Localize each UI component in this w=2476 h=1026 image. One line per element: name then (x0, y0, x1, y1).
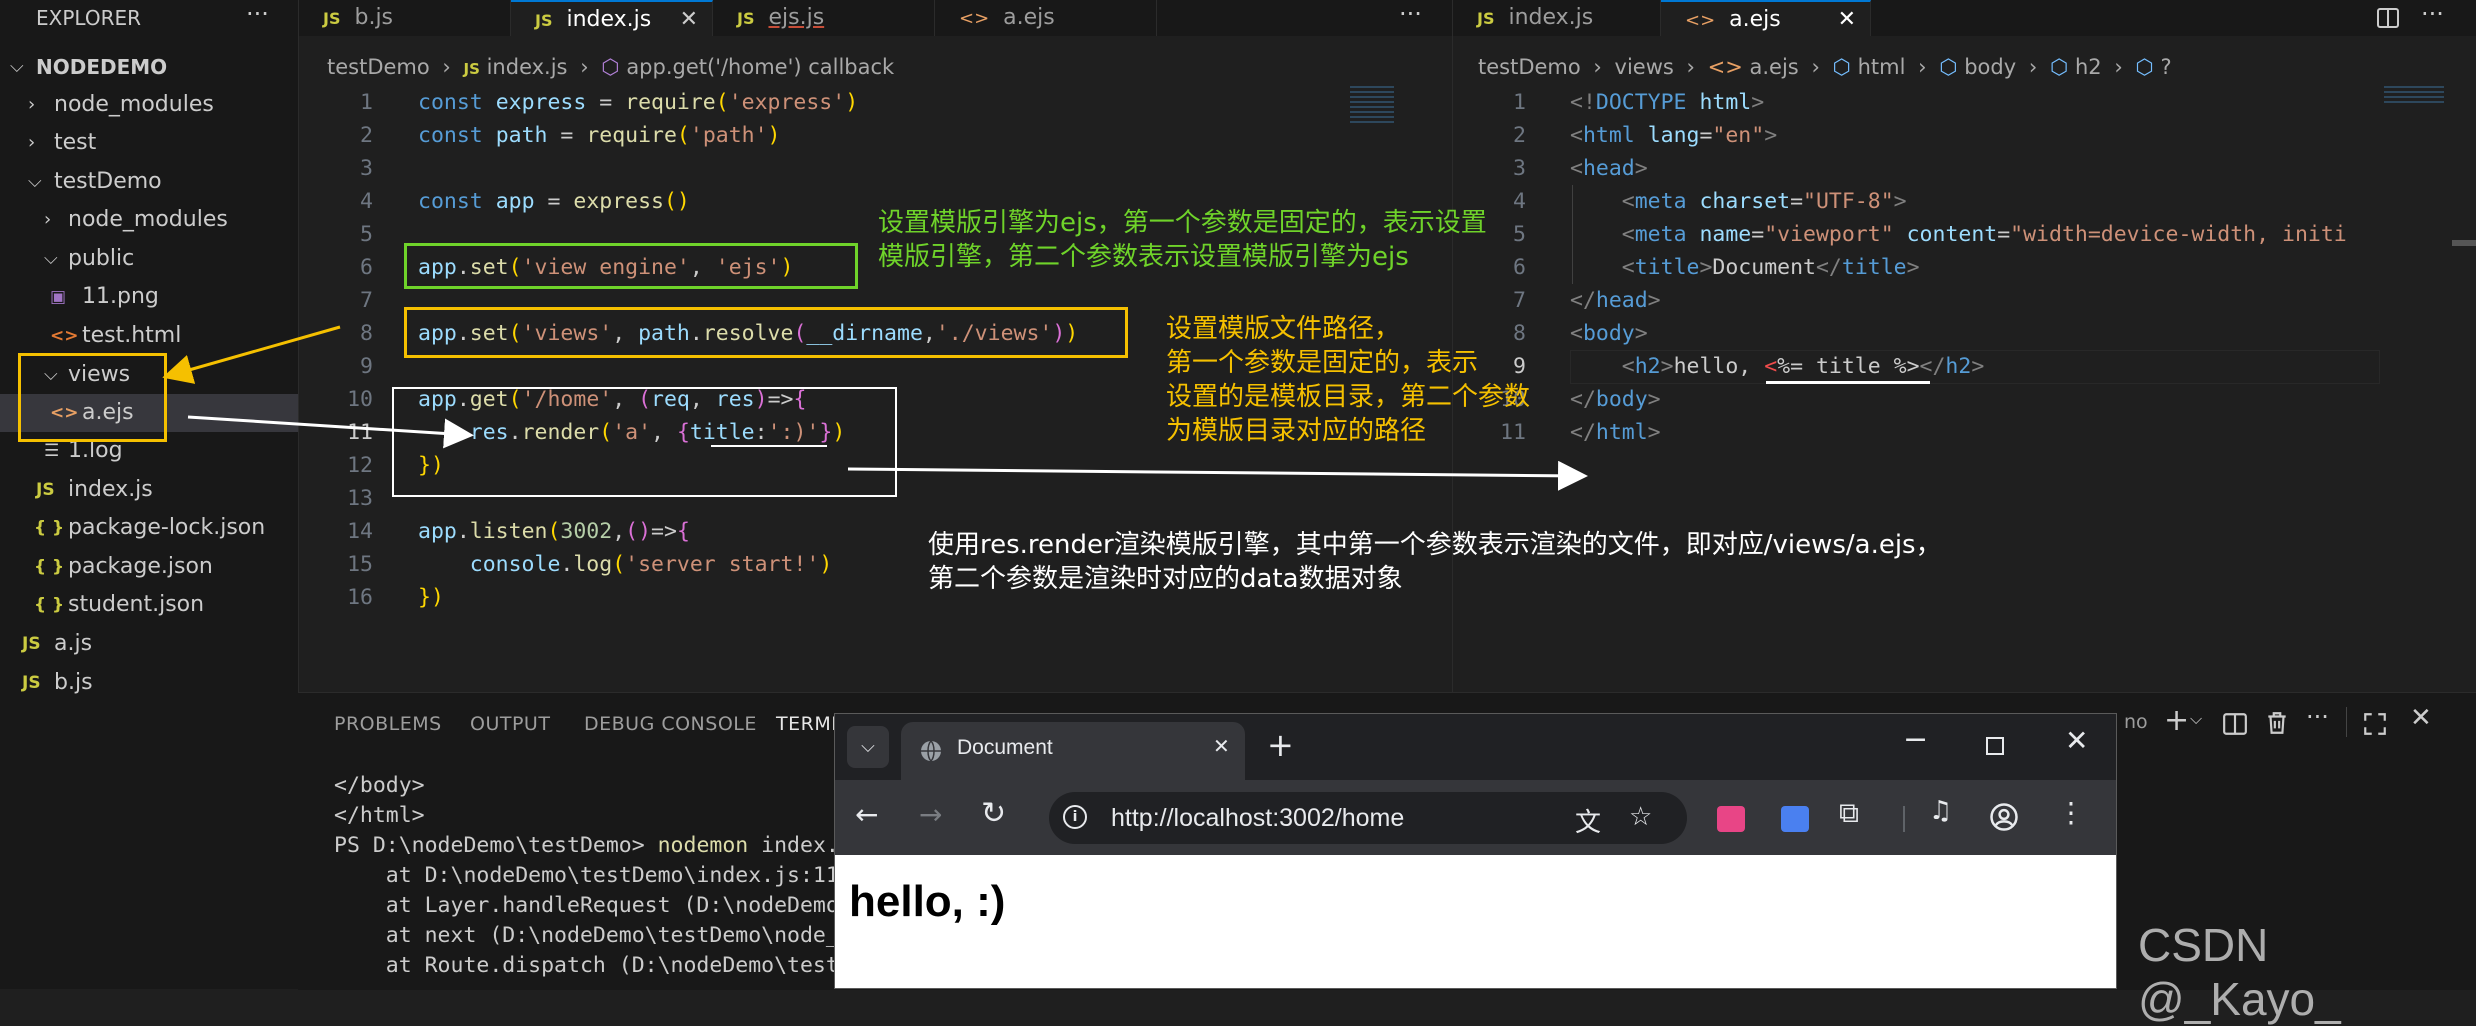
browser-window: ⌵ Document ✕ + − ✕ ← → ↻ i http://localh… (834, 713, 2117, 989)
browser-tab-document[interactable]: Document ✕ (901, 722, 1245, 780)
address-bar[interactable]: i http://localhost:3002/home 文 ☆ (1049, 792, 1687, 844)
tab-debug-console[interactable]: DEBUG CONSOLE (584, 713, 757, 735)
translate-icon[interactable]: 文 (1575, 802, 1601, 839)
tab-problems[interactable]: PROBLEMS (334, 713, 442, 735)
split-terminal-icon[interactable] (2222, 711, 2248, 737)
arrow-render-data (847, 460, 1588, 491)
browser-toolbar: ← → ↻ i http://localhost:3002/home 文 ☆ ⧉… (835, 780, 2116, 855)
arrow-render-file (187, 415, 474, 449)
terminal-line: at Layer.handleRequest (D:\nodeDemo (334, 893, 839, 918)
minimize-icon[interactable]: − (1903, 722, 1928, 757)
browser-menu-icon[interactable]: ⋮ (2057, 796, 2085, 829)
browser-tabstrip: ⌵ Document ✕ + − ✕ (835, 714, 2116, 780)
extension-translate-icon[interactable] (1717, 806, 1745, 832)
terminal-line: at next (D:\nodeDemo\testDemo\node_ (334, 923, 839, 948)
media-control-icon[interactable]: ♫ (1929, 796, 1952, 826)
google-translate-icon[interactable] (1781, 806, 1809, 832)
reload-icon[interactable]: ↻ (981, 796, 1006, 831)
new-tab-icon[interactable]: + (1267, 726, 1294, 764)
url-text[interactable]: http://localhost:3002/home (1111, 804, 1404, 833)
terminal-name-label[interactable]: no (2124, 711, 2148, 733)
terminal-line: at Route.dispatch (D:\nodeDemo\test (334, 953, 839, 978)
watermark: CSDN @_Kayo_ (2138, 919, 2341, 1025)
terminal-prompt-line: PS D:\nodeDemo\testDemo> nodemon index. (334, 833, 839, 858)
maximize-icon[interactable] (1985, 736, 2005, 756)
chevron-down-icon[interactable]: ⌵ (2190, 709, 2202, 729)
site-info-icon[interactable]: i (1063, 805, 1087, 829)
new-terminal-icon[interactable]: + (2164, 703, 2189, 738)
trash-icon[interactable] (2264, 710, 2290, 736)
maximize-panel-icon[interactable] (2362, 711, 2388, 737)
page-heading: hello, :) (849, 877, 1006, 926)
terminal-line: </body> (334, 773, 425, 798)
panel-more-icon[interactable]: ··· (2306, 703, 2329, 731)
separator (1903, 806, 1905, 832)
arrow-views (162, 325, 341, 384)
forward-icon[interactable]: → (919, 798, 942, 831)
close-panel-icon[interactable]: ✕ (2410, 703, 2432, 733)
tab-output[interactable]: OUTPUT (470, 713, 550, 735)
star-icon[interactable]: ☆ (1629, 802, 1652, 832)
tab-search-chevron-icon[interactable]: ⌵ (847, 726, 889, 768)
terminal-line: </html> (334, 803, 425, 828)
terminal-line: at D:\nodeDemo\testDemo\index.js:11 (334, 863, 839, 888)
browser-page-content: hello, :) (835, 855, 2116, 988)
extensions-icon[interactable]: ⧉ (1839, 796, 1859, 830)
close-tab-icon[interactable]: ✕ (1213, 734, 1230, 758)
globe-icon (921, 740, 941, 763)
close-window-icon[interactable]: ✕ (2065, 724, 2088, 757)
back-icon[interactable]: ← (855, 798, 878, 831)
profile-icon[interactable] (1989, 802, 2019, 832)
separator (2346, 707, 2347, 737)
